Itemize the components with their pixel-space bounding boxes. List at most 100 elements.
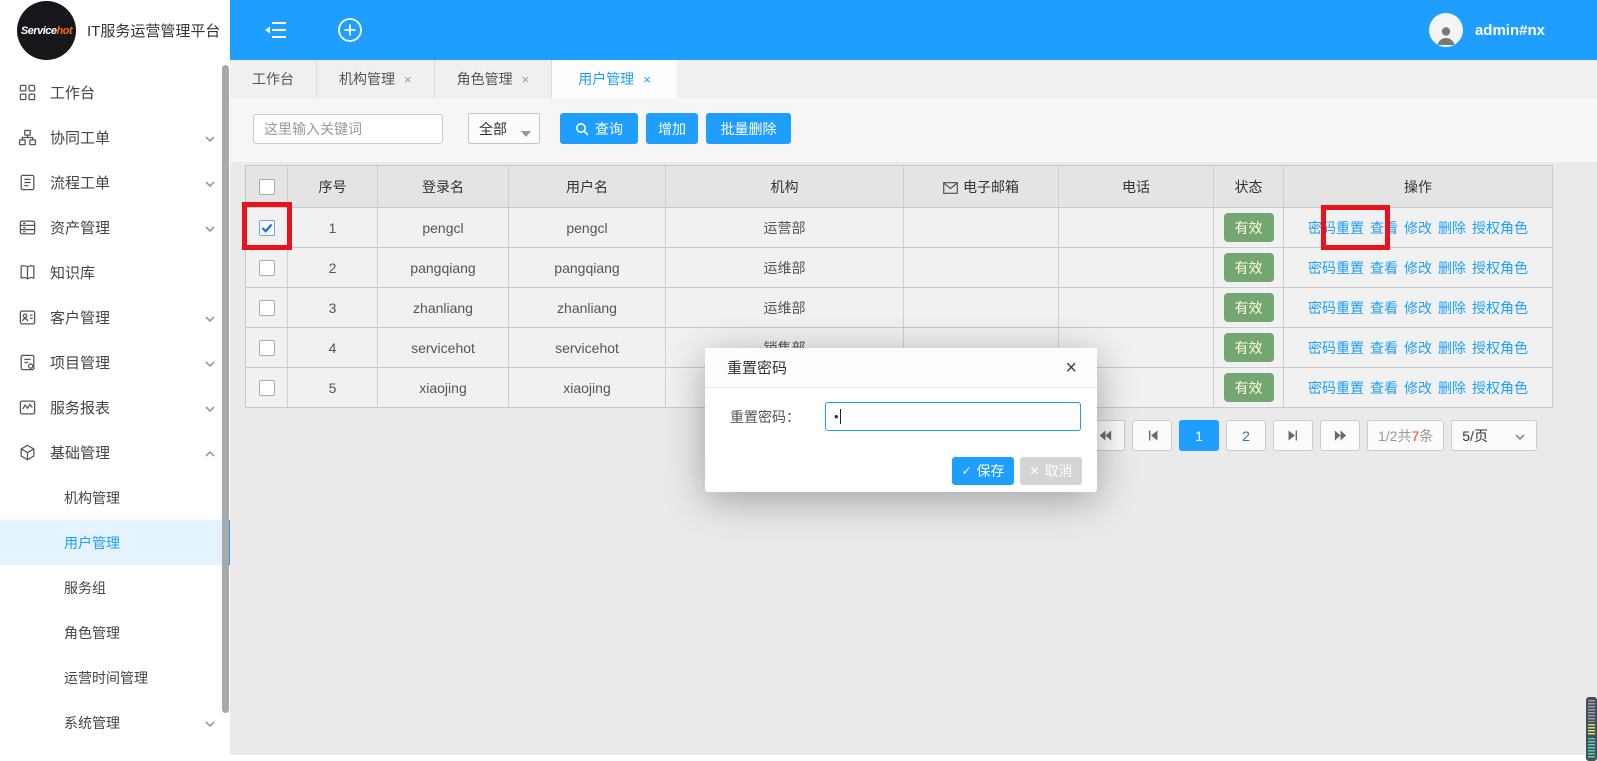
add-circle-icon[interactable] bbox=[337, 17, 363, 43]
delete-link[interactable]: 删除 bbox=[1438, 378, 1466, 398]
sidebar-scrollbar[interactable] bbox=[222, 65, 229, 713]
status-badge: 有效 bbox=[1224, 373, 1274, 402]
search-input[interactable] bbox=[253, 114, 443, 144]
edit-link[interactable]: 修改 bbox=[1404, 258, 1432, 278]
reset-password-link[interactable]: 密码重置 bbox=[1308, 218, 1364, 238]
close-icon[interactable]: × bbox=[643, 72, 651, 87]
book-icon bbox=[18, 263, 37, 282]
sidebar-subitem-service-group[interactable]: 服务组 bbox=[0, 565, 230, 610]
edit-link[interactable]: 修改 bbox=[1404, 338, 1432, 358]
row-checkbox[interactable] bbox=[259, 260, 275, 276]
row-checkbox[interactable] bbox=[259, 300, 275, 316]
sidebar-subitem-org-mgmt[interactable]: 机构管理 bbox=[0, 475, 230, 520]
reset-password-link[interactable]: 密码重置 bbox=[1308, 378, 1364, 398]
cell-email bbox=[904, 248, 1059, 288]
reset-password-link[interactable]: 密码重置 bbox=[1308, 298, 1364, 318]
text-caret bbox=[840, 409, 841, 424]
reset-password-input[interactable]: • bbox=[825, 402, 1081, 431]
sidebar-item-label: 资产管理 bbox=[50, 217, 204, 238]
sidebar-item-process-orders[interactable]: 流程工单 bbox=[0, 160, 230, 205]
tab-user-mgmt[interactable]: 用户管理 × bbox=[552, 60, 677, 98]
chevron-down-icon bbox=[204, 717, 216, 729]
cancel-button-label: 取消 bbox=[1045, 461, 1073, 481]
delete-link[interactable]: 删除 bbox=[1438, 258, 1466, 278]
view-link[interactable]: 查看 bbox=[1370, 378, 1398, 398]
reset-password-link[interactable]: 密码重置 bbox=[1308, 338, 1364, 358]
reset-password-link[interactable]: 密码重置 bbox=[1308, 258, 1364, 278]
close-icon[interactable]: × bbox=[1065, 358, 1077, 378]
prev-page-button[interactable] bbox=[1132, 420, 1172, 451]
delete-link[interactable]: 删除 bbox=[1438, 338, 1466, 358]
cell-phone bbox=[1059, 208, 1214, 248]
check-icon: ✓ bbox=[961, 464, 971, 478]
sidebar-subitem-system-mgmt[interactable]: 系统管理 bbox=[0, 700, 230, 745]
cancel-button[interactable]: ✕ 取消 bbox=[1020, 457, 1082, 485]
row-checkbox[interactable] bbox=[259, 220, 275, 236]
view-link[interactable]: 查看 bbox=[1370, 338, 1398, 358]
dialog-title: 重置密码 bbox=[727, 357, 787, 378]
row-checkbox[interactable] bbox=[259, 340, 275, 356]
close-icon[interactable]: × bbox=[404, 72, 412, 87]
tab-workbench[interactable]: 工作台 bbox=[230, 60, 317, 98]
view-link[interactable]: 查看 bbox=[1370, 258, 1398, 278]
sidebar-item-service-reports[interactable]: 服务报表 bbox=[0, 385, 230, 430]
cross-icon: ✕ bbox=[1029, 464, 1039, 478]
tab-label: 用户管理 bbox=[578, 69, 634, 89]
sidebar-item-label: 协同工单 bbox=[50, 127, 204, 148]
sidebar-item-project-mgmt[interactable]: 项目管理 bbox=[0, 340, 230, 385]
query-button[interactable]: 查询 bbox=[560, 113, 638, 144]
save-button[interactable]: ✓ 保存 bbox=[952, 457, 1014, 485]
edit-link[interactable]: 修改 bbox=[1404, 378, 1432, 398]
collapse-menu-icon[interactable] bbox=[263, 17, 289, 43]
filter-select[interactable]: 全部 bbox=[468, 113, 540, 144]
authorize-role-link[interactable]: 授权角色 bbox=[1472, 298, 1528, 318]
username: admin#nx bbox=[1475, 22, 1545, 39]
masked-value: • bbox=[834, 409, 839, 424]
view-link[interactable]: 查看 bbox=[1370, 298, 1398, 318]
chevron-down-icon bbox=[204, 402, 216, 414]
view-link[interactable]: 查看 bbox=[1370, 218, 1398, 238]
next-page-button[interactable] bbox=[1273, 420, 1313, 451]
sidebar-item-collab-orders[interactable]: 协同工单 bbox=[0, 115, 230, 160]
chevron-down-icon bbox=[204, 222, 216, 234]
cell-user: zhanliang bbox=[509, 288, 666, 328]
dialog-body: 重置密码： • bbox=[705, 388, 1097, 448]
batch-delete-button[interactable]: 批量删除 bbox=[706, 113, 791, 144]
tab-org-mgmt[interactable]: 机构管理 × bbox=[317, 60, 435, 98]
last-page-button[interactable] bbox=[1320, 420, 1360, 451]
authorize-role-link[interactable]: 授权角色 bbox=[1472, 218, 1528, 238]
edit-link[interactable]: 修改 bbox=[1404, 298, 1432, 318]
delete-link[interactable]: 删除 bbox=[1438, 218, 1466, 238]
user-area[interactable]: admin#nx bbox=[1429, 13, 1597, 47]
add-button[interactable]: 增加 bbox=[646, 113, 698, 144]
cell-login: zhanliang bbox=[378, 288, 509, 328]
close-icon[interactable]: × bbox=[522, 72, 530, 87]
sidebar-item-knowledge-base[interactable]: 知识库 bbox=[0, 250, 230, 295]
sidebar-subitem-user-mgmt[interactable]: 用户管理 bbox=[0, 520, 230, 565]
avatar[interactable] bbox=[1429, 13, 1463, 47]
cell-actions: 密码重置 查看 修改 删除 授权角色 bbox=[1284, 208, 1552, 248]
tab-role-mgmt[interactable]: 角色管理 × bbox=[435, 60, 553, 98]
authorize-role-link[interactable]: 授权角色 bbox=[1472, 338, 1528, 358]
server-icon bbox=[18, 218, 37, 237]
scroll-meter-widget bbox=[1586, 697, 1597, 761]
sidebar-subitem-role-mgmt[interactable]: 角色管理 bbox=[0, 610, 230, 655]
edit-link[interactable]: 修改 bbox=[1404, 218, 1432, 238]
authorize-role-link[interactable]: 授权角色 bbox=[1472, 258, 1528, 278]
page-button-2[interactable]: 2 bbox=[1226, 420, 1266, 451]
reset-password-label: 重置密码： bbox=[730, 407, 800, 427]
sidebar-item-customer-mgmt[interactable]: 客户管理 bbox=[0, 295, 230, 340]
page-button-1[interactable]: 1 bbox=[1179, 420, 1219, 451]
row-checkbox[interactable] bbox=[259, 380, 275, 396]
authorize-role-link[interactable]: 授权角色 bbox=[1472, 378, 1528, 398]
sidebar-subitem-operation-time-mgmt[interactable]: 运营时间管理 bbox=[0, 655, 230, 700]
sidebar-subitem-label: 系统管理 bbox=[64, 713, 204, 733]
delete-link[interactable]: 删除 bbox=[1438, 298, 1466, 318]
select-all-checkbox[interactable] bbox=[259, 179, 275, 195]
sidebar-item-asset-mgmt[interactable]: 资产管理 bbox=[0, 205, 230, 250]
sidebar-subitem-label: 运营时间管理 bbox=[64, 668, 230, 688]
sidebar-item-workbench[interactable]: 工作台 bbox=[0, 70, 230, 115]
page-size-select[interactable]: 5/页 bbox=[1451, 420, 1537, 451]
sidebar-item-basic-mgmt[interactable]: 基础管理 bbox=[0, 430, 230, 475]
batch-delete-button-label: 批量删除 bbox=[721, 119, 777, 139]
